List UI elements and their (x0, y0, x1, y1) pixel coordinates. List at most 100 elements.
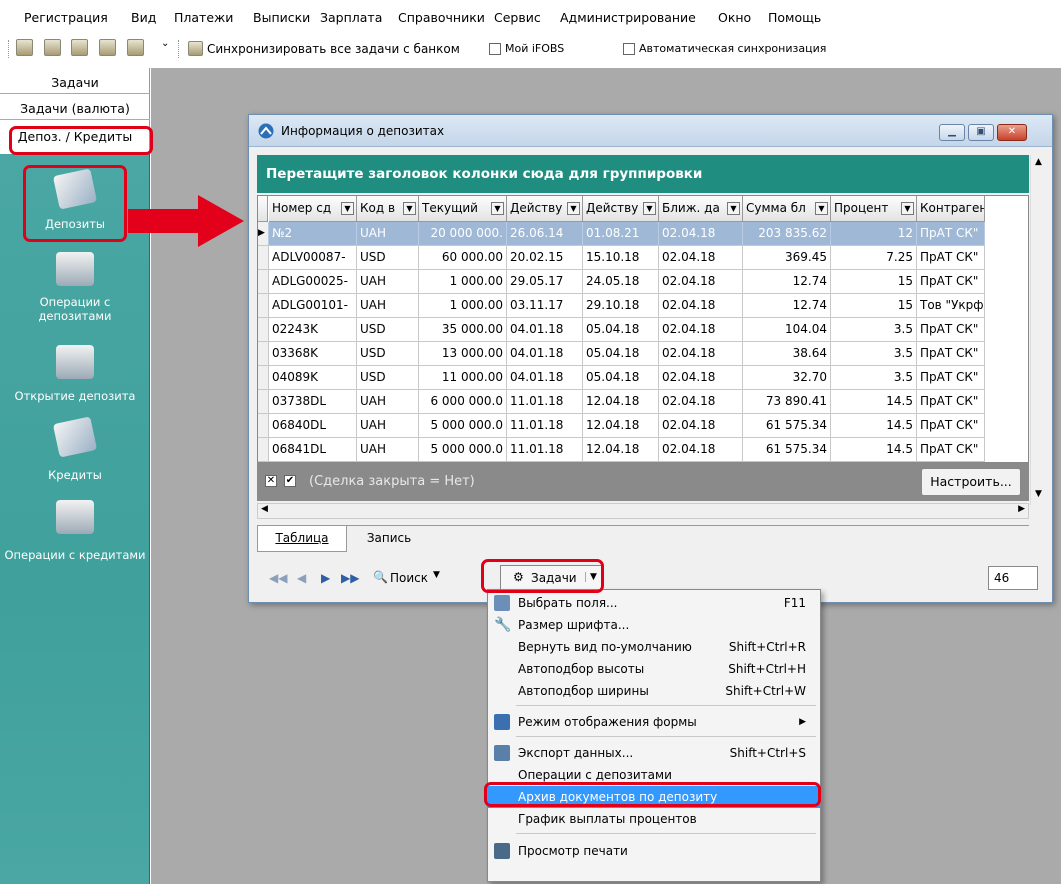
table-cell[interactable]: 3.5 (831, 342, 917, 366)
tab-table[interactable]: Таблица (257, 526, 347, 552)
sync-all-button[interactable]: Синхронизировать все задачи с банком (207, 42, 460, 56)
row-indicator[interactable] (258, 414, 269, 438)
table-cell[interactable]: 05.04.18 (583, 366, 659, 390)
scroll-left-icon[interactable]: ◀ (261, 504, 268, 514)
menu-item-auto-width[interactable]: Автоподбор ширины Shift+Ctrl+W (488, 680, 820, 702)
table-cell[interactable]: ПрАТ СК" (917, 318, 985, 342)
table-cell[interactable]: 29.05.17 (507, 270, 583, 294)
table-cell[interactable]: 15.10.18 (583, 246, 659, 270)
next-record-icon[interactable]: ▶ (321, 571, 330, 585)
table-cell[interactable]: 11.01.18 (507, 438, 583, 462)
window-titlebar[interactable]: Информация о депозитах ▁ ▣ ✕ (249, 115, 1052, 147)
table-cell[interactable]: USD (357, 246, 419, 270)
table-cell[interactable]: ADLG00025- (269, 270, 357, 294)
column-filter-dropdown-icon[interactable]: ▼ (341, 202, 354, 215)
group-by-panel[interactable]: Перетащите заголовок колонки сюда для гр… (257, 155, 1029, 193)
sync-icon[interactable] (188, 41, 203, 56)
bank-icon[interactable] (44, 39, 61, 56)
column-header[interactable]: Контраген (917, 196, 985, 222)
table-cell[interactable]: USD (357, 366, 419, 390)
table-cell[interactable]: Тов "Укрф (917, 294, 985, 318)
table-cell[interactable]: 73 890.41 (743, 390, 831, 414)
sidebar-item-deposit-operations[interactable]: Операции с депозитами (0, 295, 150, 323)
table-cell[interactable]: 02243K (269, 318, 357, 342)
table-cell[interactable]: USD (357, 318, 419, 342)
menu-view[interactable]: Вид (131, 10, 156, 25)
table-cell[interactable]: UAH (357, 270, 419, 294)
table-cell[interactable]: ADLG00101- (269, 294, 357, 318)
table-cell[interactable]: 02.04.18 (659, 438, 743, 462)
table-cell[interactable]: 04089K (269, 366, 357, 390)
column-filter-dropdown-icon[interactable]: ▼ (491, 202, 504, 215)
tab-record[interactable]: Запись (354, 526, 424, 552)
table-cell[interactable]: ПрАТ СК" (917, 366, 985, 390)
menu-help[interactable]: Помощь (768, 10, 821, 25)
table-cell[interactable]: 02.04.18 (659, 366, 743, 390)
table-cell[interactable]: 60 000.00 (419, 246, 507, 270)
table-cell[interactable]: UAH (357, 414, 419, 438)
sidebar-item-credits[interactable]: Кредиты (0, 468, 150, 482)
menu-salary[interactable]: Зарплата (320, 10, 382, 25)
table-cell[interactable]: 61 575.34 (743, 414, 831, 438)
menu-item-select-fields[interactable]: Выбрать поля... F11 (488, 592, 820, 614)
row-indicator[interactable]: ▶ (258, 222, 269, 246)
table-cell[interactable]: 15 (831, 294, 917, 318)
table-cell[interactable]: 24.05.18 (583, 270, 659, 294)
my-ifobs-checkbox[interactable] (489, 43, 501, 55)
column-header[interactable]: Действу ▼ (583, 196, 659, 222)
column-header[interactable]: Текущий ▼ (419, 196, 507, 222)
table-cell[interactable]: 1 000.00 (419, 270, 507, 294)
table-cell[interactable]: 5 000 000.0 (419, 414, 507, 438)
table-cell[interactable]: 06841DL (269, 438, 357, 462)
table-cell[interactable]: 15 (831, 270, 917, 294)
table-cell[interactable]: 14.5 (831, 390, 917, 414)
column-header[interactable]: Код в ▼ (357, 196, 419, 222)
scroll-down-icon[interactable]: ▼ (1035, 489, 1042, 499)
minimize-button[interactable]: ▁ (939, 124, 965, 141)
table-cell[interactable]: 02.04.18 (659, 270, 743, 294)
table-cell[interactable]: 05.04.18 (583, 318, 659, 342)
configure-button[interactable]: Настроить... (921, 468, 1021, 496)
menu-item-print-preview[interactable]: Просмотр печати (488, 840, 820, 862)
table-cell[interactable]: 03368K (269, 342, 357, 366)
sidebar-item-credit-operations[interactable]: Операции с кредитами (0, 548, 150, 562)
column-filter-dropdown-icon[interactable]: ▼ (727, 202, 740, 215)
table-cell[interactable]: №2 (269, 222, 357, 246)
table-cell[interactable]: 7.25 (831, 246, 917, 270)
menu-item-interest-schedule[interactable]: График выплаты процентов (488, 808, 820, 830)
tab-tasks-currency[interactable]: Задачи (валюта) (0, 98, 150, 120)
table-cell[interactable]: 3.5 (831, 366, 917, 390)
search-button[interactable]: Поиск (390, 571, 428, 585)
column-header[interactable]: Действу ▼ (507, 196, 583, 222)
table-cell[interactable]: ПрАТ СК" (917, 414, 985, 438)
menu-service[interactable]: Сервис (494, 10, 541, 25)
table-cell[interactable]: 02.04.18 (659, 414, 743, 438)
table-cell[interactable]: ПрАТ СК" (917, 342, 985, 366)
search-dropdown-icon[interactable]: ▼ (433, 570, 440, 580)
table-cell[interactable]: ПрАТ СК" (917, 438, 985, 462)
sidebar-item-open-deposit[interactable]: Открытие депозита (0, 389, 150, 403)
table-cell[interactable]: UAH (357, 294, 419, 318)
table-cell[interactable]: 12.04.18 (583, 414, 659, 438)
table-cell[interactable]: 05.04.18 (583, 342, 659, 366)
table-cell[interactable]: 12.74 (743, 294, 831, 318)
auto-sync-checkbox[interactable] (623, 43, 635, 55)
table-cell[interactable]: 12 (831, 222, 917, 246)
table-cell[interactable]: 26.06.14 (507, 222, 583, 246)
table-cell[interactable]: 04.01.18 (507, 342, 583, 366)
table-cell[interactable]: 02.04.18 (659, 294, 743, 318)
row-indicator[interactable] (258, 246, 269, 270)
first-record-icon[interactable]: ◀◀ (269, 571, 287, 585)
row-indicator[interactable] (258, 342, 269, 366)
table-cell[interactable]: ПрАТ СК" (917, 390, 985, 414)
table-cell[interactable]: 01.08.21 (583, 222, 659, 246)
table-cell[interactable]: 11 000.00 (419, 366, 507, 390)
horizontal-scrollbar[interactable]: ◀ ▶ (257, 503, 1029, 519)
record-count-field[interactable]: 46 (988, 566, 1038, 590)
table-cell[interactable]: ПрАТ СК" (917, 222, 985, 246)
table-cell[interactable]: 02.04.18 (659, 342, 743, 366)
table-cell[interactable]: 203 835.62 (743, 222, 831, 246)
column-filter-dropdown-icon[interactable]: ▼ (567, 202, 580, 215)
vertical-scrollbar[interactable]: ▲ ▼ (1030, 155, 1048, 505)
table-cell[interactable]: 02.04.18 (659, 246, 743, 270)
